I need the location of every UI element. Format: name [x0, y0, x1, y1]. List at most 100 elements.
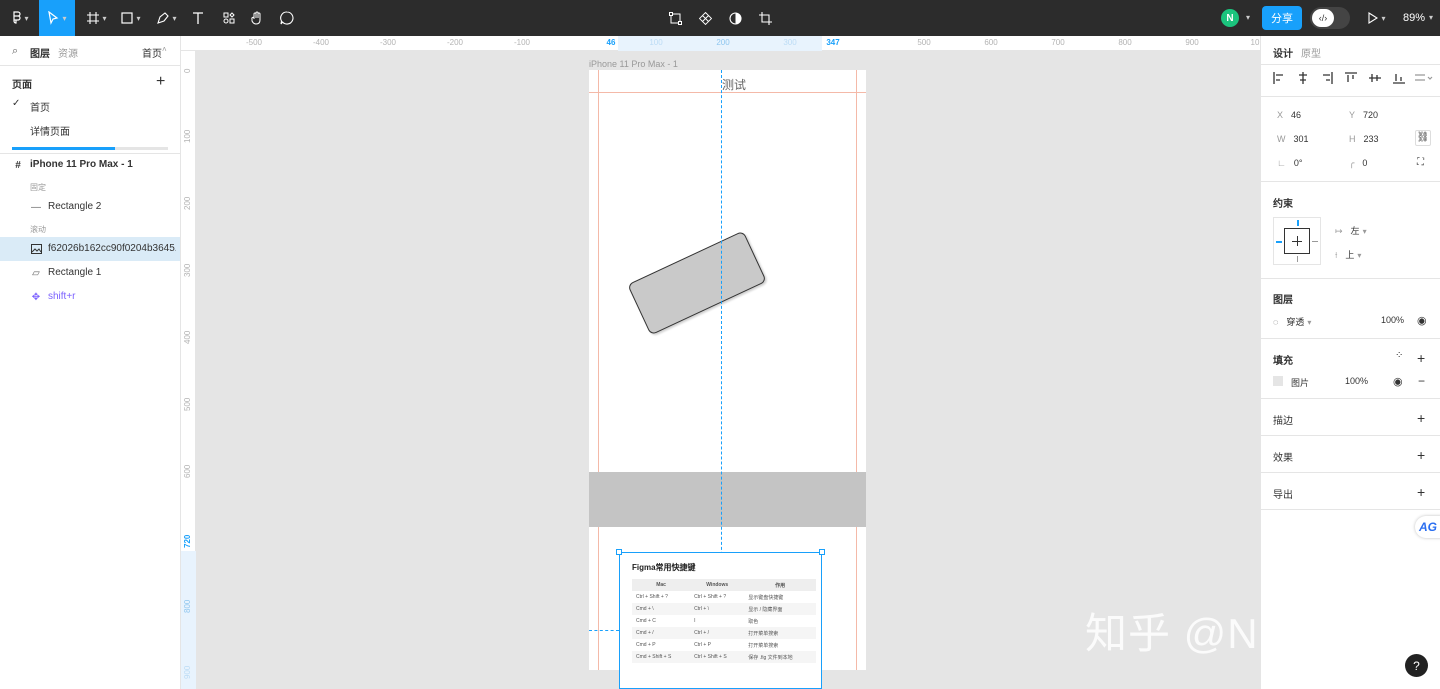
text-tool-button[interactable] — [189, 0, 207, 36]
selected-image[interactable]: Figma常用快捷键 Mac Windows 作用 Ctrl + Shift +… — [616, 549, 825, 689]
align-bottom-icon[interactable] — [1393, 72, 1405, 84]
table-cell: 显示 / 隐藏界面 — [744, 603, 816, 615]
layer-frame[interactable]: # iPhone 11 Pro Max - 1 — [0, 153, 180, 177]
constrain-proportions-icon[interactable]: ⛓ — [1415, 130, 1431, 146]
page-item-detail[interactable]: 详情页面 — [0, 118, 180, 140]
table-cell: Ctrl + \ — [690, 603, 745, 615]
gray-rectangle[interactable] — [589, 472, 866, 527]
style-grid-icon[interactable]: ⁘ — [1395, 350, 1403, 361]
layer-rectangle-1[interactable]: ▱ Rectangle 1 — [0, 261, 180, 285]
chevron-down-icon: ▾ — [1307, 318, 1312, 327]
tab-assets[interactable]: 资源 — [58, 45, 78, 60]
independent-corners-icon[interactable]: ⛶ — [1417, 157, 1424, 168]
rectangle-icon: ▱ — [32, 267, 40, 279]
add-effect-icon[interactable]: + — [1417, 448, 1425, 462]
component-diamond-icon — [698, 11, 712, 25]
x-field[interactable]: X 46 — [1277, 110, 1301, 120]
y-field[interactable]: Y 720 — [1349, 110, 1378, 120]
hand-tool-button[interactable] — [248, 0, 266, 36]
user-avatar[interactable]: N — [1221, 9, 1239, 27]
layer-image[interactable]: f62026b162cc90f0204b3645... — [0, 237, 180, 261]
add-fill-icon[interactable]: + — [1417, 351, 1425, 365]
table-cell: 打开菜单搜索 — [744, 627, 816, 639]
present-button[interactable]: ▾ — [1366, 0, 1388, 36]
align-left-icon[interactable] — [1273, 72, 1285, 84]
dev-mode-toggle[interactable]: ‹/› — [1310, 7, 1350, 29]
add-stroke-icon[interactable]: + — [1417, 411, 1425, 425]
add-export-icon[interactable]: + — [1417, 485, 1425, 499]
blend-mode-select[interactable]: ◌ 穿透 ▾ — [1273, 315, 1311, 328]
zoom-chevron-icon[interactable]: ▾ — [1429, 13, 1433, 22]
shape-tool-button[interactable]: ▾ — [118, 0, 144, 36]
fill-eye-icon[interactable]: ◉ — [1393, 375, 1403, 388]
figma-logo-icon — [13, 11, 22, 24]
resources-button[interactable] — [220, 0, 238, 36]
chevron-down-icon[interactable]: ▾ — [1246, 13, 1250, 22]
align-center-v-icon[interactable] — [1369, 72, 1381, 84]
constraint-right-marker[interactable] — [1312, 241, 1318, 242]
eye-icon[interactable]: ◉ — [1417, 314, 1427, 327]
image-fill-swatch[interactable] — [1273, 376, 1283, 386]
add-page-icon[interactable]: + — [156, 74, 165, 90]
tab-layers[interactable]: 图层 — [30, 45, 50, 60]
align-right-icon[interactable] — [1321, 72, 1333, 84]
move-tool-button[interactable]: ▾ — [39, 0, 75, 36]
component-button[interactable] — [696, 0, 714, 36]
help-button[interactable]: ? — [1405, 654, 1428, 677]
tab-prototype[interactable]: 原型 — [1301, 45, 1321, 60]
rotated-rectangle[interactable] — [627, 230, 767, 336]
ruler-tick: -200 — [446, 38, 464, 47]
resize-handle[interactable] — [819, 549, 825, 555]
canvas[interactable]: iPhone 11 Pro Max - 1 测试 Figma常用快捷键 Mac … — [197, 52, 1260, 689]
page-select[interactable]: 首页 — [142, 45, 162, 60]
resize-handle[interactable] — [616, 549, 622, 555]
tab-design[interactable]: 设计 — [1273, 45, 1293, 60]
distribute-icon[interactable] — [1415, 72, 1433, 84]
horizontal-constraint-select[interactable]: ↦ 左 ▾ — [1335, 224, 1367, 237]
vertical-constraint-select[interactable]: ⟊ 上 ▾ — [1335, 248, 1361, 261]
constraint-bottom-marker[interactable] — [1297, 256, 1298, 262]
main-menu-button[interactable]: ▾ — [6, 0, 34, 36]
frame-tool-button[interactable]: ▾ — [84, 0, 110, 36]
ruler-tick: 300 — [183, 263, 192, 277]
frame-label[interactable]: iPhone 11 Pro Max - 1 — [589, 59, 678, 69]
image-title: Figma常用快捷键 — [632, 563, 696, 572]
play-icon — [1368, 12, 1379, 24]
top-toolbar: ▾ ▾ ▾ ▾ ▾ N ▾ 分享 ‹/› ▾ 89% ▾ — [0, 0, 1440, 36]
rotation-field[interactable]: ∟ 0° — [1277, 158, 1302, 168]
ruler-tick: 10 — [1250, 38, 1260, 47]
table-cell: Ctrl + / — [690, 627, 745, 639]
table-cell: I — [694, 618, 696, 624]
mask-button[interactable] — [726, 0, 744, 36]
radius-field[interactable]: ╭ 0 — [1349, 158, 1367, 169]
w-field[interactable]: W 301 — [1277, 134, 1309, 144]
create-component-button[interactable] — [666, 0, 684, 36]
constraint-widget[interactable] — [1273, 217, 1321, 265]
frame-title-text[interactable]: 测试 — [722, 76, 746, 93]
rectangle-icon — [121, 12, 134, 24]
zoom-level[interactable]: 89% — [1403, 12, 1425, 24]
constraint-left-marker[interactable] — [1276, 241, 1282, 243]
layer-rectangle-2[interactable]: — Rectangle 2 — [0, 195, 180, 219]
fill-opacity-field[interactable]: 100% — [1345, 376, 1368, 386]
plugin-badge[interactable]: AG — [1415, 516, 1440, 538]
remove-fill-icon[interactable]: − — [1418, 374, 1425, 388]
layer-shift-r[interactable]: ✥ shift+r — [0, 285, 180, 309]
layer-opacity-field[interactable]: 100% — [1381, 315, 1404, 325]
pen-tool-button[interactable]: ▾ — [154, 0, 180, 36]
table-cell: Cmd + \ — [632, 603, 691, 615]
chevron-up-icon[interactable]: ˄ — [162, 45, 167, 54]
align-top-icon[interactable] — [1345, 72, 1357, 84]
constraint-top-marker[interactable] — [1297, 220, 1299, 226]
page-item-home[interactable]: ✓ 首页 — [0, 94, 180, 116]
h-value: 233 — [1363, 134, 1379, 144]
fill-type-label[interactable]: 图片 — [1291, 376, 1309, 389]
crop-icon — [758, 11, 772, 25]
h-field[interactable]: H 233 — [1349, 134, 1379, 144]
comment-tool-button[interactable] — [278, 0, 296, 36]
search-icon[interactable]: ⌕ — [12, 45, 18, 58]
crop-button[interactable] — [756, 0, 774, 36]
share-button[interactable]: 分享 — [1262, 6, 1302, 30]
pages-scrollbar[interactable] — [12, 147, 168, 150]
align-center-h-icon[interactable] — [1297, 72, 1309, 84]
